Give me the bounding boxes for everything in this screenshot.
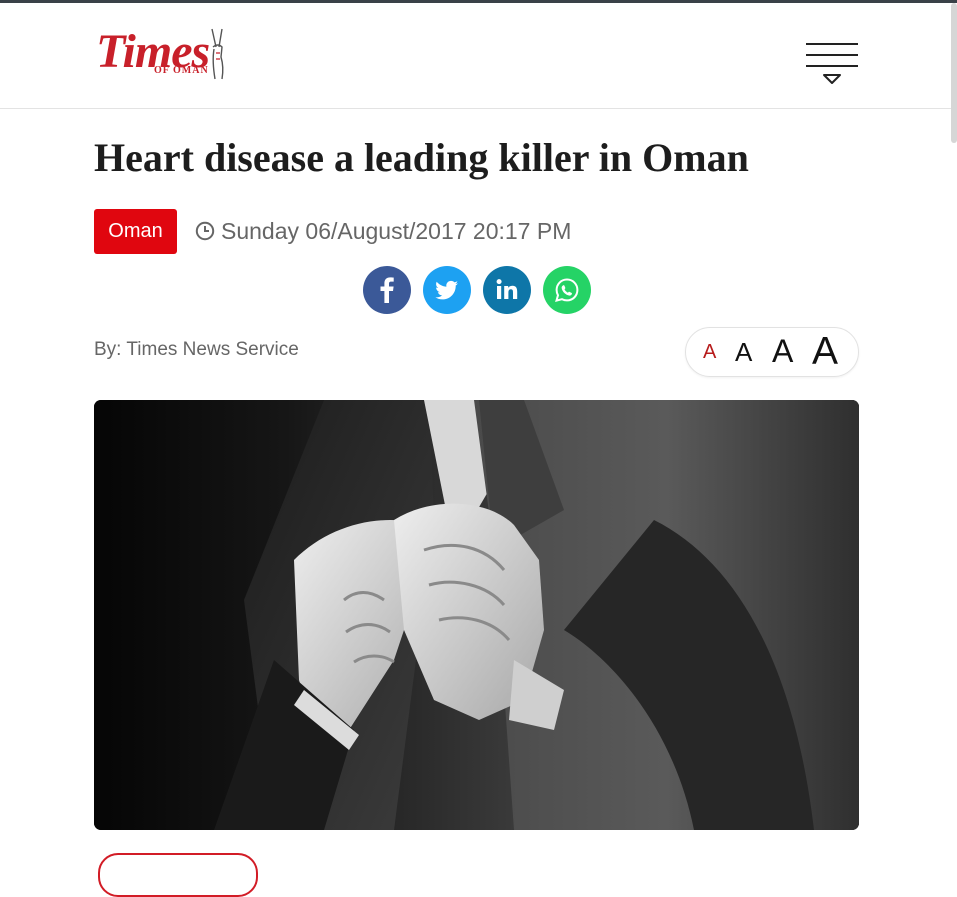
clock-icon (195, 221, 215, 241)
menu-bar-bottom (806, 65, 858, 67)
share-whatsapp-button[interactable] (543, 266, 591, 314)
menu-caret-icon (823, 74, 841, 84)
scrollbar[interactable] (951, 3, 957, 143)
share-facebook-button[interactable] (363, 266, 411, 314)
hero-photo (94, 400, 859, 830)
whatsapp-icon (555, 278, 579, 302)
font-size-large-button[interactable]: A (772, 335, 793, 367)
oryx-emblem-icon (211, 28, 224, 80)
article-title: Heart disease a leading killer in Oman (94, 135, 749, 180)
publish-date: Sunday 06/August/2017 20:17 PM (195, 216, 571, 246)
share-linkedin-button[interactable] (483, 266, 531, 314)
facebook-icon (380, 277, 394, 303)
font-size-small-button[interactable]: A (703, 342, 716, 362)
font-size-medium-button[interactable]: A (735, 339, 752, 365)
category-tag[interactable]: Oman (94, 209, 177, 254)
hamburger-menu-button[interactable] (806, 43, 858, 87)
article-hero-image (94, 400, 859, 830)
publish-date-text: Sunday 06/August/2017 20:17 PM (221, 218, 572, 244)
share-twitter-button[interactable] (423, 266, 471, 314)
font-size-xlarge-button[interactable]: A (812, 332, 838, 371)
twitter-icon (435, 280, 458, 300)
font-size-control: A A A A (685, 327, 859, 377)
menu-bar-top (806, 43, 858, 45)
linkedin-icon (496, 279, 518, 299)
logo-sub-text: OF OMAN (154, 65, 209, 76)
times-of-oman-logo[interactable]: Times OF OMAN (94, 23, 234, 95)
site-header: Times OF OMAN (0, 3, 951, 109)
article-byline: By: Times News Service (94, 339, 299, 360)
menu-bar-middle (806, 54, 858, 56)
